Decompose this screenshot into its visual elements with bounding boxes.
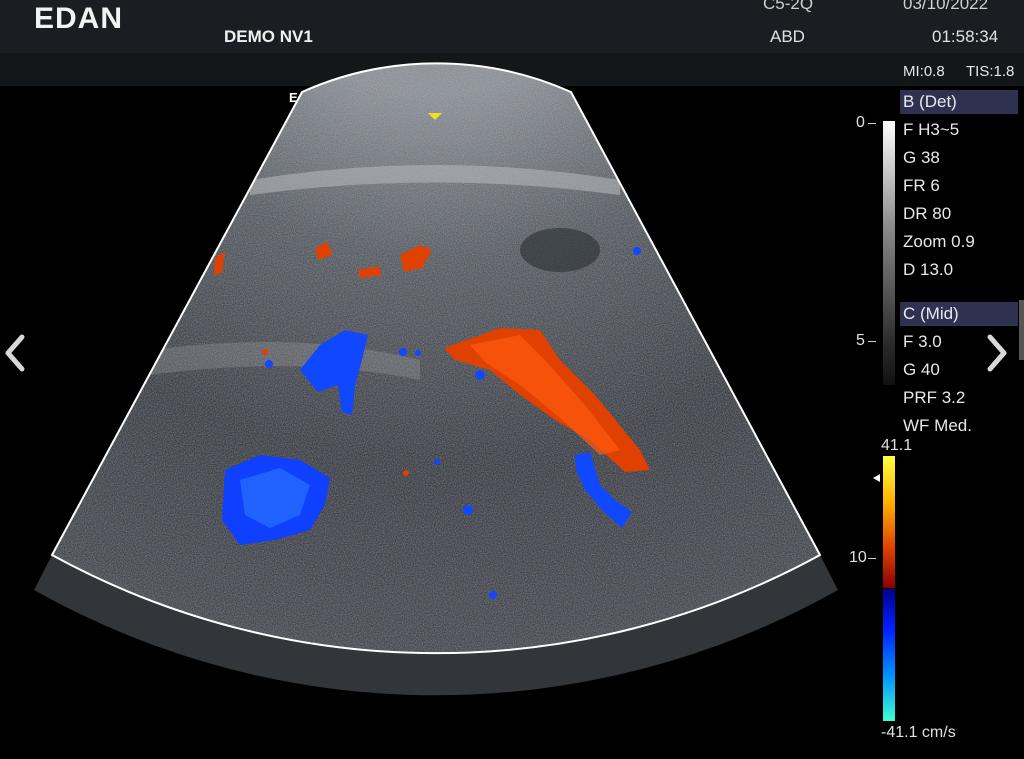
b-gain: G 38 — [903, 148, 940, 167]
depth-tick — [868, 558, 876, 559]
depth-label-0: 0 — [856, 114, 865, 131]
depth-tick — [868, 341, 876, 342]
b-frame-rate: FR 6 — [903, 176, 940, 195]
velocity-min: -41.1 cm/s — [881, 724, 956, 741]
ultrasound-image: E — [34, 62, 838, 696]
c-freq: F 3.0 — [903, 332, 942, 351]
depth-label-5: 5 — [856, 332, 865, 349]
tissue-sector — [52, 63, 820, 654]
orientation-marker: E — [289, 90, 298, 105]
depth-label-10: 10 — [849, 549, 867, 566]
color-map-positive — [883, 456, 895, 588]
velocity-max: 41.1 — [881, 437, 913, 454]
chevron-right-icon[interactable] — [986, 333, 1008, 373]
b-zoom: Zoom 0.9 — [903, 232, 975, 251]
grayscale-map — [883, 121, 895, 385]
b-mode-header[interactable]: B (Det) — [900, 90, 1018, 114]
chevron-left-icon[interactable] — [4, 333, 26, 373]
color-map-negative — [883, 589, 895, 721]
baseline-marker-icon — [873, 474, 880, 482]
depth-tick — [868, 123, 876, 124]
c-prf: PRF 3.2 — [903, 388, 966, 407]
b-dynamic-range: DR 80 — [903, 204, 952, 223]
c-wall-filter: WF Med. — [903, 416, 972, 435]
b-depth: D 13.0 — [903, 260, 954, 279]
c-gain: G 40 — [903, 360, 940, 379]
side-panel-handle[interactable] — [1019, 300, 1024, 360]
c-mode-header[interactable]: C (Mid) — [900, 302, 1018, 326]
b-freq: F H3~5 — [903, 120, 960, 139]
